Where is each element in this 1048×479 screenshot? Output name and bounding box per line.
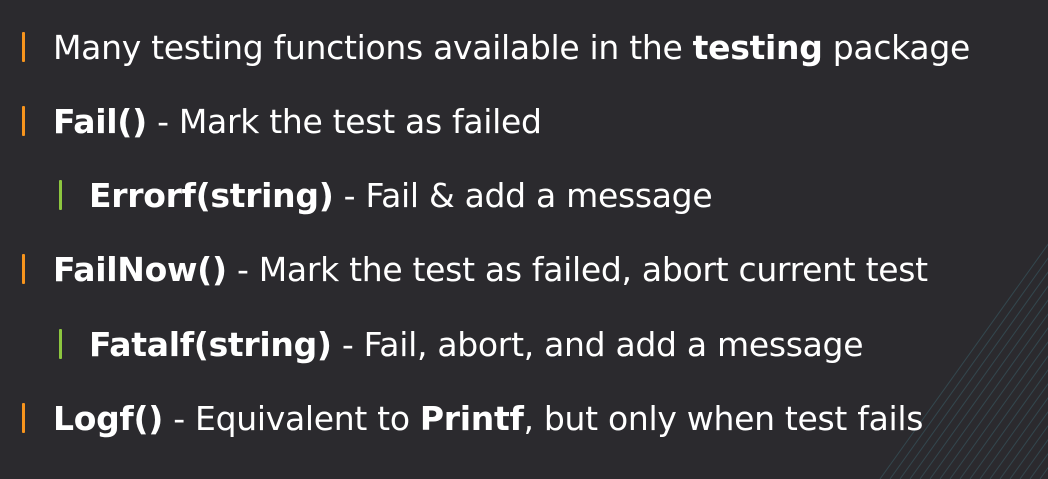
bullet-text: Many testing functions available in the … <box>53 23 970 73</box>
bullet-marker-green <box>59 329 62 359</box>
bullet-marker-orange <box>22 254 25 284</box>
bullet-body: - Equivalent to <box>163 399 420 438</box>
bullet-text: Fail() - Mark the test as failed <box>53 97 542 147</box>
bullet-text: FailNow() - Mark the test as failed, abo… <box>53 245 928 295</box>
bullet-text: Errorf(string) - Fail & add a message <box>89 171 713 221</box>
bullet-tail: , but only when test fails <box>523 399 924 438</box>
bullet-tail: package <box>822 28 971 67</box>
bullet-lead-bold: Fatalf(string) <box>89 325 332 364</box>
slide: Many testing functions available in the … <box>0 0 1048 479</box>
bullet-body: Many testing functions available in the <box>53 28 693 67</box>
bullet-marker-orange <box>22 106 25 136</box>
bullet-list: Many testing functions available in the … <box>0 0 1048 479</box>
bullet-lead-bold: FailNow() <box>53 250 227 289</box>
bullet-marker-orange <box>22 403 25 433</box>
bullet-body: - Mark the test as failed, abort current… <box>226 250 928 289</box>
bullet-text: Fatalf(string) - Fail, abort, and add a … <box>89 320 864 370</box>
bullet-lead-bold: Fail() <box>53 102 147 141</box>
bullet-marker-green <box>59 180 62 210</box>
bullet-marker-orange <box>22 32 25 62</box>
bullet-lead-bold: Logf() <box>53 399 164 438</box>
bullet-lead-bold: Errorf(string) <box>89 176 334 215</box>
bullet-body: - Mark the test as failed <box>146 102 542 141</box>
bullet-inline-bold: Printf <box>419 399 524 438</box>
bullet-text: Logf() - Equivalent to Printf, but only … <box>53 394 923 444</box>
bullet-body: - Fail & add a message <box>333 176 713 215</box>
bullet-inline-bold: testing <box>692 28 823 67</box>
bullet-body: - Fail, abort, and add a message <box>331 325 864 364</box>
